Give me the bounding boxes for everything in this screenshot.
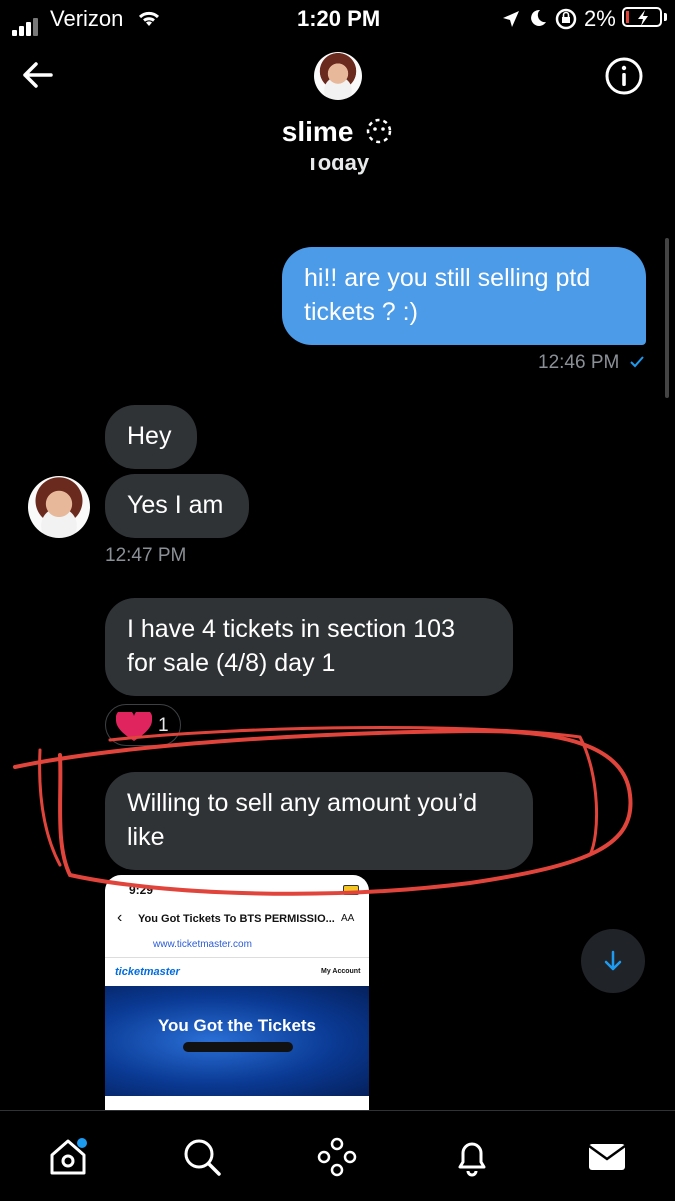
- scrollbar[interactable]: [665, 238, 669, 398]
- sender-avatar[interactable]: [28, 476, 90, 538]
- attachment-back-icon: ‹: [117, 909, 123, 926]
- battery-percent: 2%: [584, 6, 616, 31]
- banner-text: You Got the Tickets: [157, 1016, 317, 1035]
- peeking-face-emoji-icon: [366, 118, 392, 144]
- attachment-aa: AA: [341, 913, 355, 924]
- clock-label: 1:20 PM: [297, 6, 381, 31]
- message-timestamp: 12:47 PM: [105, 545, 187, 566]
- attachment-banner: You Got the Tickets: [105, 986, 369, 1096]
- location-icon: [503, 11, 519, 27]
- battery-icon: [622, 7, 662, 27]
- conversation-title[interactable]: slime: [0, 116, 675, 148]
- home-icon[interactable]: [46, 1135, 90, 1179]
- messages-icon[interactable]: [585, 1135, 629, 1179]
- contact-name: slime: [281, 116, 354, 147]
- message-bubble-received[interactable]: Yes I am: [105, 474, 249, 538]
- attachment-sender: www.ticketmaster.com: [153, 939, 252, 950]
- back-arrow-icon[interactable]: [20, 58, 54, 92]
- info-icon[interactable]: [604, 56, 644, 96]
- bottom-tab-bar: [0, 1110, 675, 1201]
- annotation-circle: [13, 726, 633, 896]
- message-bubble-received[interactable]: Hey: [105, 405, 197, 469]
- notifications-icon[interactable]: [450, 1135, 494, 1179]
- moon-icon: [531, 9, 546, 26]
- scroll-to-bottom-button[interactable]: [581, 929, 645, 993]
- battery-tip: [664, 13, 667, 21]
- status-bar: Verizon 1:20 PM 2%: [0, 0, 675, 40]
- spaces-icon[interactable]: [315, 1135, 359, 1179]
- message-bubble-sent[interactable]: hi!! are you still selling ptd tickets ?…: [282, 247, 646, 345]
- arrow-down-icon: [604, 950, 622, 971]
- wifi-icon: [138, 11, 160, 26]
- message-timestamp: 12:46 PM: [538, 352, 645, 374]
- message-bubble-received[interactable]: I have 4 tickets in section 103 for sale…: [105, 598, 513, 696]
- redaction-mark: [183, 1042, 293, 1052]
- signal-icon: [12, 10, 40, 36]
- header-avatar[interactable]: [314, 52, 362, 100]
- search-icon[interactable]: [180, 1135, 224, 1179]
- carrier-label: Verizon: [50, 6, 124, 31]
- rotation-lock-icon: [555, 8, 577, 30]
- attachment-subject: You Got Tickets To BTS PERMISSIO...: [138, 913, 335, 925]
- read-check-icon: [629, 356, 644, 368]
- image-attachment[interactable]: 9:29 ‹ You Got Tickets To BTS PERMISSIO.…: [105, 875, 369, 1110]
- attachment-account: My Account: [321, 968, 361, 975]
- ticketmaster-logo: ticketmaster: [115, 966, 180, 978]
